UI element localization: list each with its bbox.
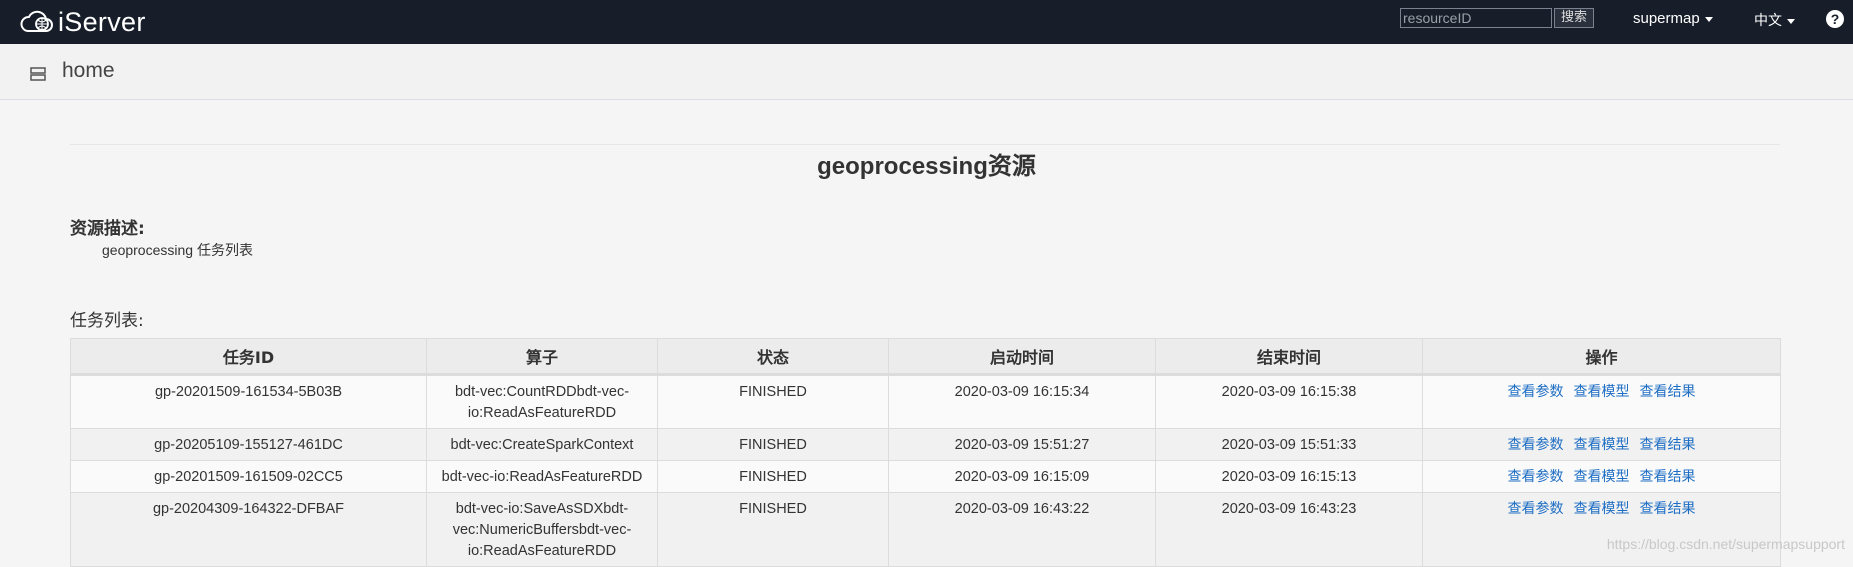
- user-menu[interactable]: supermap: [1633, 10, 1713, 27]
- table-row: gp-20205109-155127-461DC bdt-vec:CreateS…: [70, 428, 1781, 461]
- table-row: gp-20204309-164322-DFBAF bdt-vec-io:Save…: [70, 492, 1781, 567]
- column-header: 算子: [426, 338, 658, 376]
- start-time-cell: 2020-03-09 16:15:09: [888, 460, 1156, 493]
- task-id-cell: gp-20201509-161534-5B03B: [70, 374, 427, 429]
- actions-cell: 查看参数 查看模型 查看结果: [1422, 428, 1781, 461]
- operator-cell: bdt-vec:CreateSparkContext: [426, 428, 658, 461]
- caret-down-icon: [1787, 18, 1795, 24]
- actions-cell: 查看参数 查看模型 查看结果: [1422, 460, 1781, 493]
- end-time-cell: 2020-03-09 16:15:13: [1155, 460, 1423, 493]
- description-label: 资源描述:: [70, 219, 145, 239]
- end-time-cell: 2020-03-09 16:43:23: [1155, 492, 1423, 567]
- actions-cell: 查看参数 查看模型 查看结果: [1422, 492, 1781, 567]
- table-row: gp-20201509-161509-02CC5 bdt-vec-io:Read…: [70, 460, 1781, 493]
- description-text: geoprocessing 任务列表: [102, 242, 253, 258]
- column-header: 启动时间: [888, 338, 1156, 376]
- help-icon[interactable]: ?: [1826, 10, 1844, 28]
- task-table: 任务ID 算子 状态 启动时间 结束时间 操作 gp-20201509-1615…: [70, 338, 1781, 567]
- resource-id-search-input[interactable]: [1400, 8, 1552, 28]
- status-cell: FINISHED: [657, 374, 889, 429]
- task-id-cell: gp-20204309-164322-DFBAF: [70, 492, 427, 567]
- watermark: https://blog.csdn.net/supermapsupport: [1606, 536, 1845, 552]
- task-list-label: 任务列表:: [70, 311, 144, 331]
- view-model-link[interactable]: 查看模型: [1574, 501, 1630, 517]
- actions-cell: 查看参数 查看模型 查看结果: [1422, 374, 1781, 429]
- breadcrumb-bar: home: [0, 44, 1853, 100]
- home-link[interactable]: home: [62, 59, 115, 83]
- page-title: geoprocessing资源: [817, 153, 1036, 180]
- search-button[interactable]: 搜索: [1554, 8, 1594, 28]
- view-model-link[interactable]: 查看模型: [1574, 384, 1630, 400]
- iserver-logo[interactable]: iServer: [20, 6, 146, 38]
- view-result-link[interactable]: 查看结果: [1640, 469, 1696, 485]
- column-header: 状态: [657, 338, 889, 376]
- table-header-row: 任务ID 算子 状态 启动时间 结束时间 操作: [70, 338, 1781, 376]
- start-time-cell: 2020-03-09 16:43:22: [888, 492, 1156, 567]
- end-time-cell: 2020-03-09 16:15:38: [1155, 374, 1423, 429]
- end-time-cell: 2020-03-09 15:51:33: [1155, 428, 1423, 461]
- language-menu[interactable]: 中文: [1754, 10, 1795, 30]
- view-result-link[interactable]: 查看结果: [1640, 384, 1696, 400]
- operator-cell: bdt-vec:CountRDDbdt-vec-io:ReadAsFeature…: [426, 374, 658, 429]
- view-result-link[interactable]: 查看结果: [1640, 501, 1696, 517]
- task-id-cell: gp-20205109-155127-461DC: [70, 428, 427, 461]
- language-menu-label: 中文: [1754, 13, 1782, 29]
- start-time-cell: 2020-03-09 15:51:27: [888, 428, 1156, 461]
- view-result-link[interactable]: 查看结果: [1640, 437, 1696, 453]
- status-cell: FINISHED: [657, 428, 889, 461]
- caret-down-icon: [1704, 16, 1713, 22]
- logo-text: iServer: [58, 6, 146, 37]
- operator-cell: bdt-vec-io:SaveAsSDXbdt-vec:NumericBuffe…: [426, 492, 658, 567]
- menu-icon[interactable]: [30, 67, 46, 81]
- view-params-link[interactable]: 查看参数: [1508, 437, 1564, 453]
- user-menu-label: supermap: [1633, 10, 1700, 27]
- status-cell: FINISHED: [657, 460, 889, 493]
- top-navbar: iServer 搜索 supermap 中文 ?: [0, 0, 1853, 44]
- view-params-link[interactable]: 查看参数: [1508, 501, 1564, 517]
- table-row: gp-20201509-161534-5B03B bdt-vec:CountRD…: [70, 374, 1781, 429]
- column-header: 任务ID: [70, 338, 427, 376]
- view-model-link[interactable]: 查看模型: [1574, 437, 1630, 453]
- status-cell: FINISHED: [657, 492, 889, 567]
- view-params-link[interactable]: 查看参数: [1508, 469, 1564, 485]
- divider: [70, 144, 1780, 145]
- view-params-link[interactable]: 查看参数: [1508, 384, 1564, 400]
- view-model-link[interactable]: 查看模型: [1574, 469, 1630, 485]
- cloud-globe-icon: [20, 10, 53, 32]
- task-id-cell: gp-20201509-161509-02CC5: [70, 460, 427, 493]
- start-time-cell: 2020-03-09 16:15:34: [888, 374, 1156, 429]
- column-header: 结束时间: [1155, 338, 1423, 376]
- column-header: 操作: [1422, 338, 1781, 376]
- operator-cell: bdt-vec-io:ReadAsFeatureRDD: [426, 460, 658, 493]
